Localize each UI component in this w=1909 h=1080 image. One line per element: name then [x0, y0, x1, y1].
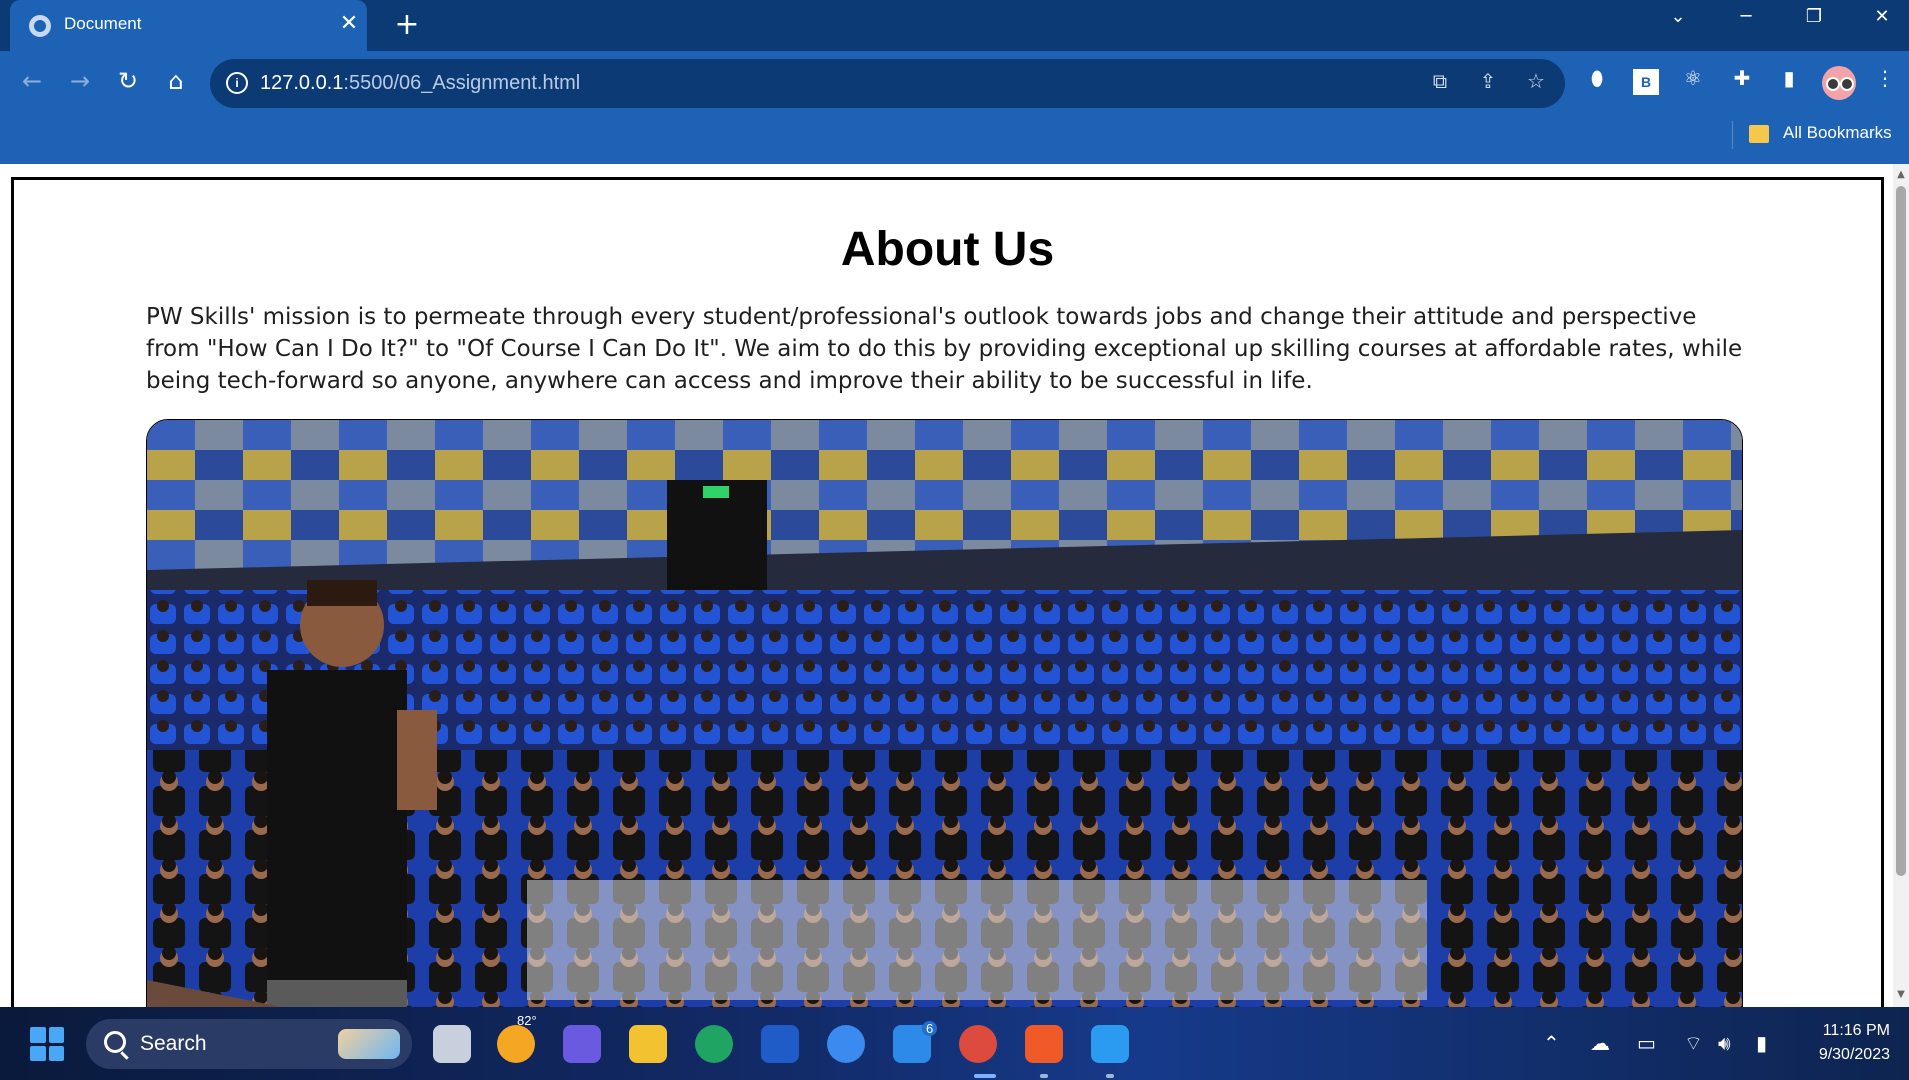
close-window-button[interactable]: ✕: [1862, 6, 1902, 42]
app-indicator: [1040, 1074, 1048, 1078]
active-app-indicator: [974, 1074, 996, 1078]
taskbar: Search 82° 6 ⌃ ☁ ▭ ⌔ 🔊︎ ▮ 11:16 PM 9/30/…: [0, 1007, 1909, 1080]
vscode-icon[interactable]: [1091, 1025, 1129, 1063]
chevron-up-icon[interactable]: ⌃: [1543, 1031, 1560, 1055]
wifi-icon[interactable]: ⌔: [1684, 1031, 1703, 1056]
brave-icon[interactable]: [1025, 1025, 1063, 1063]
weather-icon[interactable]: [497, 1025, 535, 1063]
auditorium-illustration: [147, 420, 1742, 1007]
scroll-down-arrow-icon[interactable]: ▼: [1896, 989, 1906, 1001]
tablet-mode-icon[interactable]: ▭: [1637, 1031, 1656, 1055]
globe-icon: [29, 15, 51, 37]
volume-icon[interactable]: 🔊︎: [1718, 1031, 1731, 1055]
reload-icon[interactable]: ↻: [111, 67, 145, 101]
tab-strip: Document ✕ + ⌄ ─ ❐ ✕: [0, 0, 1909, 51]
mission-paragraph: PW Skills' mission is to permeate throug…: [146, 304, 1743, 394]
page-frame: About Us PW Skills' mission is to permea…: [11, 177, 1884, 1007]
weather-temp: 82°: [517, 1013, 537, 1028]
search-icon: [104, 1031, 126, 1053]
translate-icon[interactable]: ⧉: [1425, 69, 1455, 99]
info-icon[interactable]: i: [226, 72, 248, 94]
clock-time: 11:16 PM: [1822, 1022, 1890, 1039]
browser-toolbar: ← → ↻ ⌂ i 127.0.0.1:5500/06_Assignment.h…: [0, 51, 1909, 164]
address-bar[interactable]: i 127.0.0.1:5500/06_Assignment.html ⧉ ⇪ …: [210, 59, 1565, 108]
share-icon[interactable]: ⇪: [1473, 69, 1503, 99]
profile-avatar[interactable]: [1822, 66, 1856, 100]
app-indicator: [1106, 1074, 1114, 1078]
tab-title: Document: [64, 14, 142, 33]
search-highlight-icon: [338, 1029, 400, 1059]
bookmarks-divider: [1732, 121, 1733, 149]
search-label: Search: [140, 1032, 207, 1055]
battery-icon[interactable]: ▮: [1756, 1031, 1767, 1055]
close-icon[interactable]: ✕: [335, 10, 363, 38]
star-icon[interactable]: ☆: [1521, 69, 1551, 99]
edge-icon[interactable]: [695, 1025, 733, 1063]
extension-b-icon[interactable]: B: [1633, 69, 1659, 95]
scroll-up-arrow-icon[interactable]: ▲: [1896, 169, 1906, 181]
puzzle-icon[interactable]: ✚: [1725, 66, 1759, 100]
windows-start-icon[interactable]: [30, 1027, 64, 1061]
onedrive-icon[interactable]: ☁: [1590, 1031, 1610, 1055]
task-view-icon[interactable]: [433, 1025, 471, 1063]
extension-lock-icon[interactable]: ⬮: [1580, 66, 1614, 100]
app-store-icon[interactable]: [827, 1025, 865, 1063]
word-icon[interactable]: [761, 1025, 799, 1063]
menu-icon[interactable]: ⋮: [1868, 66, 1902, 100]
back-arrow-icon[interactable]: ←: [15, 67, 49, 101]
folder-icon[interactable]: [1749, 125, 1769, 143]
url-text[interactable]: 127.0.0.1:5500/06_Assignment.html: [260, 72, 580, 95]
scrollbar[interactable]: ▲ ▼: [1893, 164, 1909, 1007]
taskbar-search[interactable]: Search: [86, 1019, 412, 1069]
react-devtools-icon[interactable]: ⚛: [1676, 66, 1710, 100]
forward-arrow-icon[interactable]: →: [63, 67, 97, 101]
minimize-button[interactable]: ─: [1726, 6, 1766, 42]
page-title: About Us: [840, 223, 1055, 276]
restore-button[interactable]: ❐: [1794, 6, 1834, 42]
tab-document[interactable]: Document ✕: [10, 0, 367, 51]
mail-badge: 6: [922, 1021, 938, 1036]
scroll-thumb[interactable]: [1896, 186, 1906, 876]
file-explorer-icon[interactable]: [629, 1025, 667, 1063]
chevron-down-icon[interactable]: ⌄: [1658, 6, 1698, 42]
side-panel-icon[interactable]: ▮: [1772, 66, 1806, 100]
home-icon[interactable]: ⌂: [159, 67, 193, 101]
system-clock[interactable]: 11:16 PM 9/30/2023: [1780, 1019, 1890, 1067]
chrome-icon[interactable]: [959, 1025, 997, 1063]
clock-date: 9/30/2023: [1818, 1046, 1890, 1063]
new-tab-button[interactable]: +: [390, 8, 424, 42]
page-viewport: About Us PW Skills' mission is to permea…: [0, 164, 1909, 1007]
all-bookmarks-link[interactable]: All Bookmarks: [1783, 123, 1892, 143]
teams-icon[interactable]: [563, 1025, 601, 1063]
auditorium-image: [146, 419, 1743, 1007]
